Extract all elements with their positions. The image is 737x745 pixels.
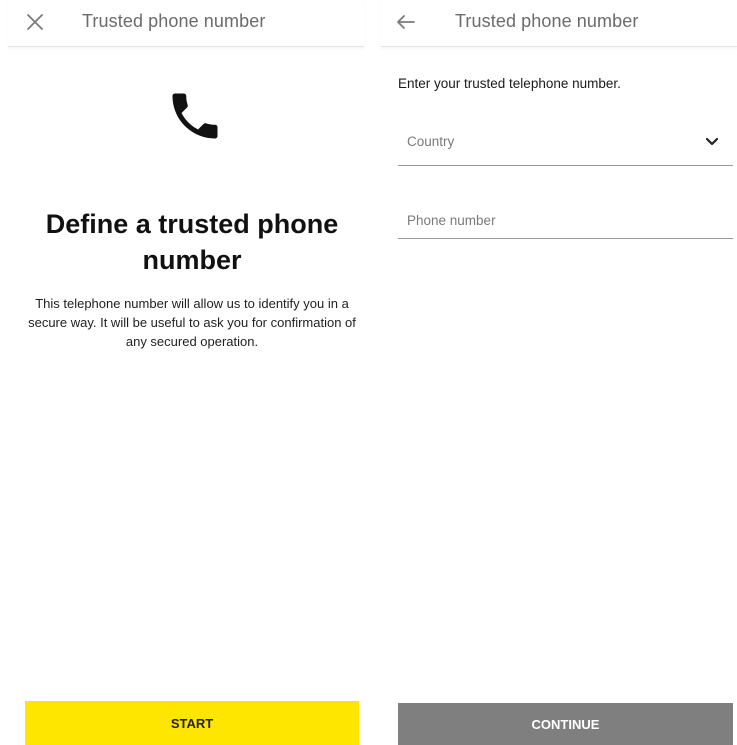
header: Trusted phone number xyxy=(8,0,364,47)
phone-number-input[interactable] xyxy=(398,202,733,238)
header-title: Trusted phone number xyxy=(455,11,639,31)
close-icon[interactable] xyxy=(22,9,48,35)
page-title: Define a trusted phone number xyxy=(45,209,339,275)
instruction-text: Enter your trusted telephone number. xyxy=(398,76,621,91)
header: Trusted phone number xyxy=(381,0,737,47)
phone-entry-screen: Trusted phone number Enter your trusted … xyxy=(381,0,737,745)
country-select[interactable]: Country xyxy=(398,129,733,166)
country-placeholder: Country xyxy=(407,134,455,149)
continue-button[interactable]: CONTINUE xyxy=(398,703,733,745)
intro-screen: Trusted phone number Define a trusted ph… xyxy=(0,0,372,745)
phone-icon xyxy=(172,93,218,139)
chevron-down-icon xyxy=(705,137,719,146)
start-button[interactable]: START xyxy=(25,701,359,745)
description-text: This telephone number will allow us to i… xyxy=(28,296,356,349)
phone-number-field[interactable] xyxy=(398,202,733,239)
arrow-left-icon[interactable] xyxy=(393,9,419,35)
header-title: Trusted phone number xyxy=(82,11,266,31)
